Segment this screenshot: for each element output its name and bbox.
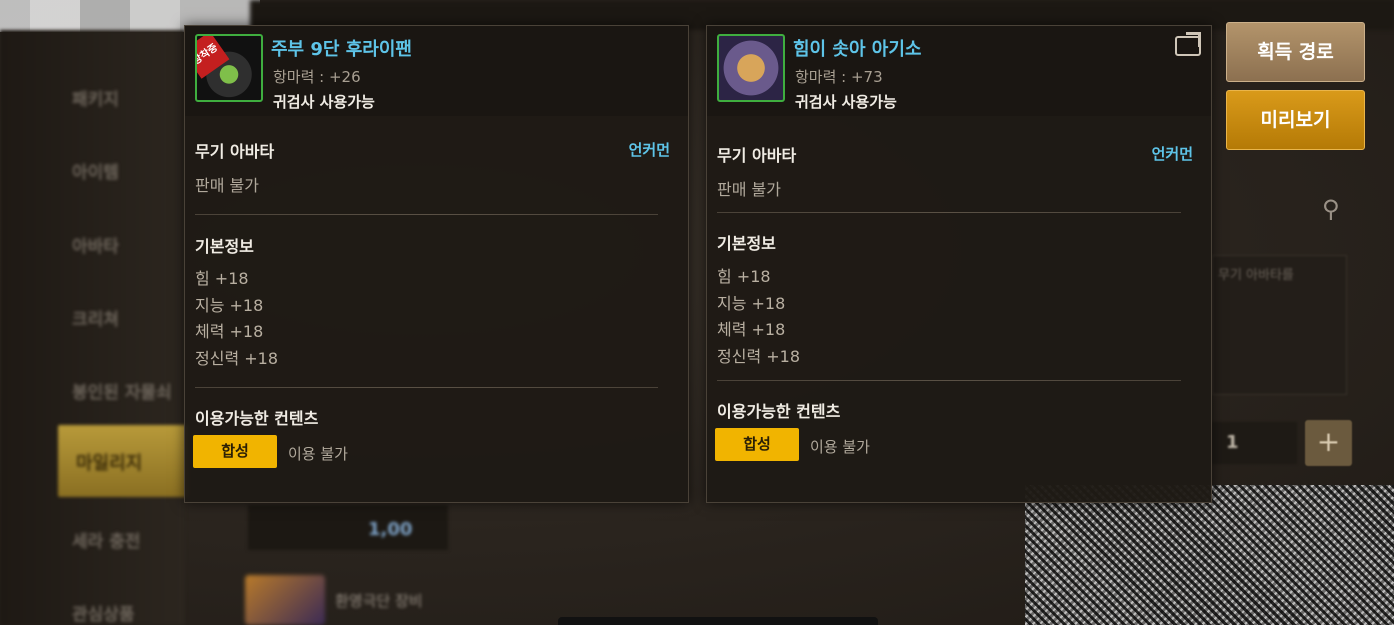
acquisition-route-button[interactable]: 획득 경로	[1226, 22, 1365, 82]
stat-strength: 힘 +18	[717, 267, 771, 286]
trade-status: 판매 불가	[195, 176, 259, 195]
quantity-plus-button[interactable]: +	[1305, 420, 1352, 466]
trade-status: 판매 불가	[717, 180, 781, 199]
synthesis-status: 이용 불가	[810, 438, 870, 456]
stat-intelligence: 지능 +18	[195, 296, 264, 315]
stat-spirit: 정신력 +18	[717, 347, 801, 366]
item-category: 무기 아바타	[195, 142, 275, 161]
sidebar-item-item[interactable]: 아이템	[72, 158, 182, 183]
item-power: 항마력 : +26	[273, 68, 361, 86]
price-value: 1,00	[368, 519, 413, 540]
censored-region	[1025, 485, 1394, 625]
sidebar-item-mileage[interactable]: 마일리지	[58, 425, 188, 497]
sidebar-item-sealed-lock[interactable]: 봉인된 자물쇠	[72, 378, 182, 403]
divider	[195, 387, 658, 388]
equipped-badge: 장착중	[197, 36, 230, 79]
sidebar-item-avatar[interactable]: 아바타	[72, 232, 182, 257]
contents-title: 이용가능한 컨텐츠	[195, 409, 319, 428]
quantity-value: 1	[1226, 432, 1239, 453]
item-category: 무기 아바타	[717, 146, 797, 165]
tooltip-header: 힘이 솟아 아기소 항마력 : +73 귀검사 사용가능	[707, 26, 1211, 116]
description-panel: 무기 아바타를	[1212, 255, 1347, 395]
item-tooltip-right: 힘이 솟아 아기소 항마력 : +73 귀검사 사용가능 무기 아바타 언커먼 …	[706, 25, 1212, 503]
item-title: 환영극단 장비	[335, 592, 423, 610]
subtitle-bar	[558, 617, 878, 625]
description-text: 무기 아바타를	[1218, 268, 1294, 283]
price-strip: 1,00	[248, 505, 448, 550]
share-icon[interactable]	[1175, 32, 1201, 56]
synthesis-button[interactable]: 합성	[715, 428, 799, 461]
synthesis-button[interactable]: 합성	[193, 435, 277, 468]
divider	[717, 380, 1181, 381]
item-rarity: 언커먼	[628, 141, 670, 159]
item-power: 항마력 : +73	[795, 68, 883, 86]
contents-title: 이용가능한 컨텐츠	[717, 402, 841, 421]
preview-button[interactable]: 미리보기	[1226, 90, 1365, 150]
basic-info-title: 기본정보	[195, 237, 254, 256]
sidebar-item-creature[interactable]: 크리쳐	[72, 305, 182, 330]
item-name: 주부 9단 후라이팬	[271, 39, 412, 60]
item-thumbnail[interactable]	[245, 575, 325, 625]
synthesis-status: 이용 불가	[288, 445, 348, 463]
search-icon[interactable]: ⚲	[1322, 195, 1340, 223]
stat-intelligence: 지능 +18	[717, 294, 786, 313]
frying-pan-icon: 장착중	[195, 34, 263, 102]
tooltip-header: 장착중 주부 9단 후라이팬 항마력 : +26 귀검사 사용가능	[185, 26, 688, 116]
mileage-label: 마일리지	[76, 453, 143, 474]
item-name: 힘이 솟아 아기소	[793, 39, 922, 60]
stat-strength: 힘 +18	[195, 269, 249, 288]
item-class-requirement: 귀검사 사용가능	[795, 93, 897, 111]
quantity-field[interactable]: 1	[1212, 422, 1297, 464]
baby-goat-icon	[717, 34, 785, 102]
stat-vitality: 체력 +18	[717, 320, 786, 339]
sidebar-item-package[interactable]: 패키지	[72, 85, 182, 110]
sidebar-item-sera-charge[interactable]: 세라 충전	[72, 527, 182, 552]
item-rarity: 언커먼	[1151, 145, 1193, 163]
stat-spirit: 정신력 +18	[195, 349, 279, 368]
divider	[195, 214, 658, 215]
item-tooltip-left: 장착중 주부 9단 후라이팬 항마력 : +26 귀검사 사용가능 무기 아바타…	[184, 25, 689, 503]
sidebar-item-wishlist[interactable]: 관심상품	[72, 600, 182, 625]
stat-vitality: 체력 +18	[195, 322, 264, 341]
basic-info-title: 기본정보	[717, 234, 776, 253]
divider	[717, 212, 1181, 213]
item-class-requirement: 귀검사 사용가능	[273, 93, 375, 111]
